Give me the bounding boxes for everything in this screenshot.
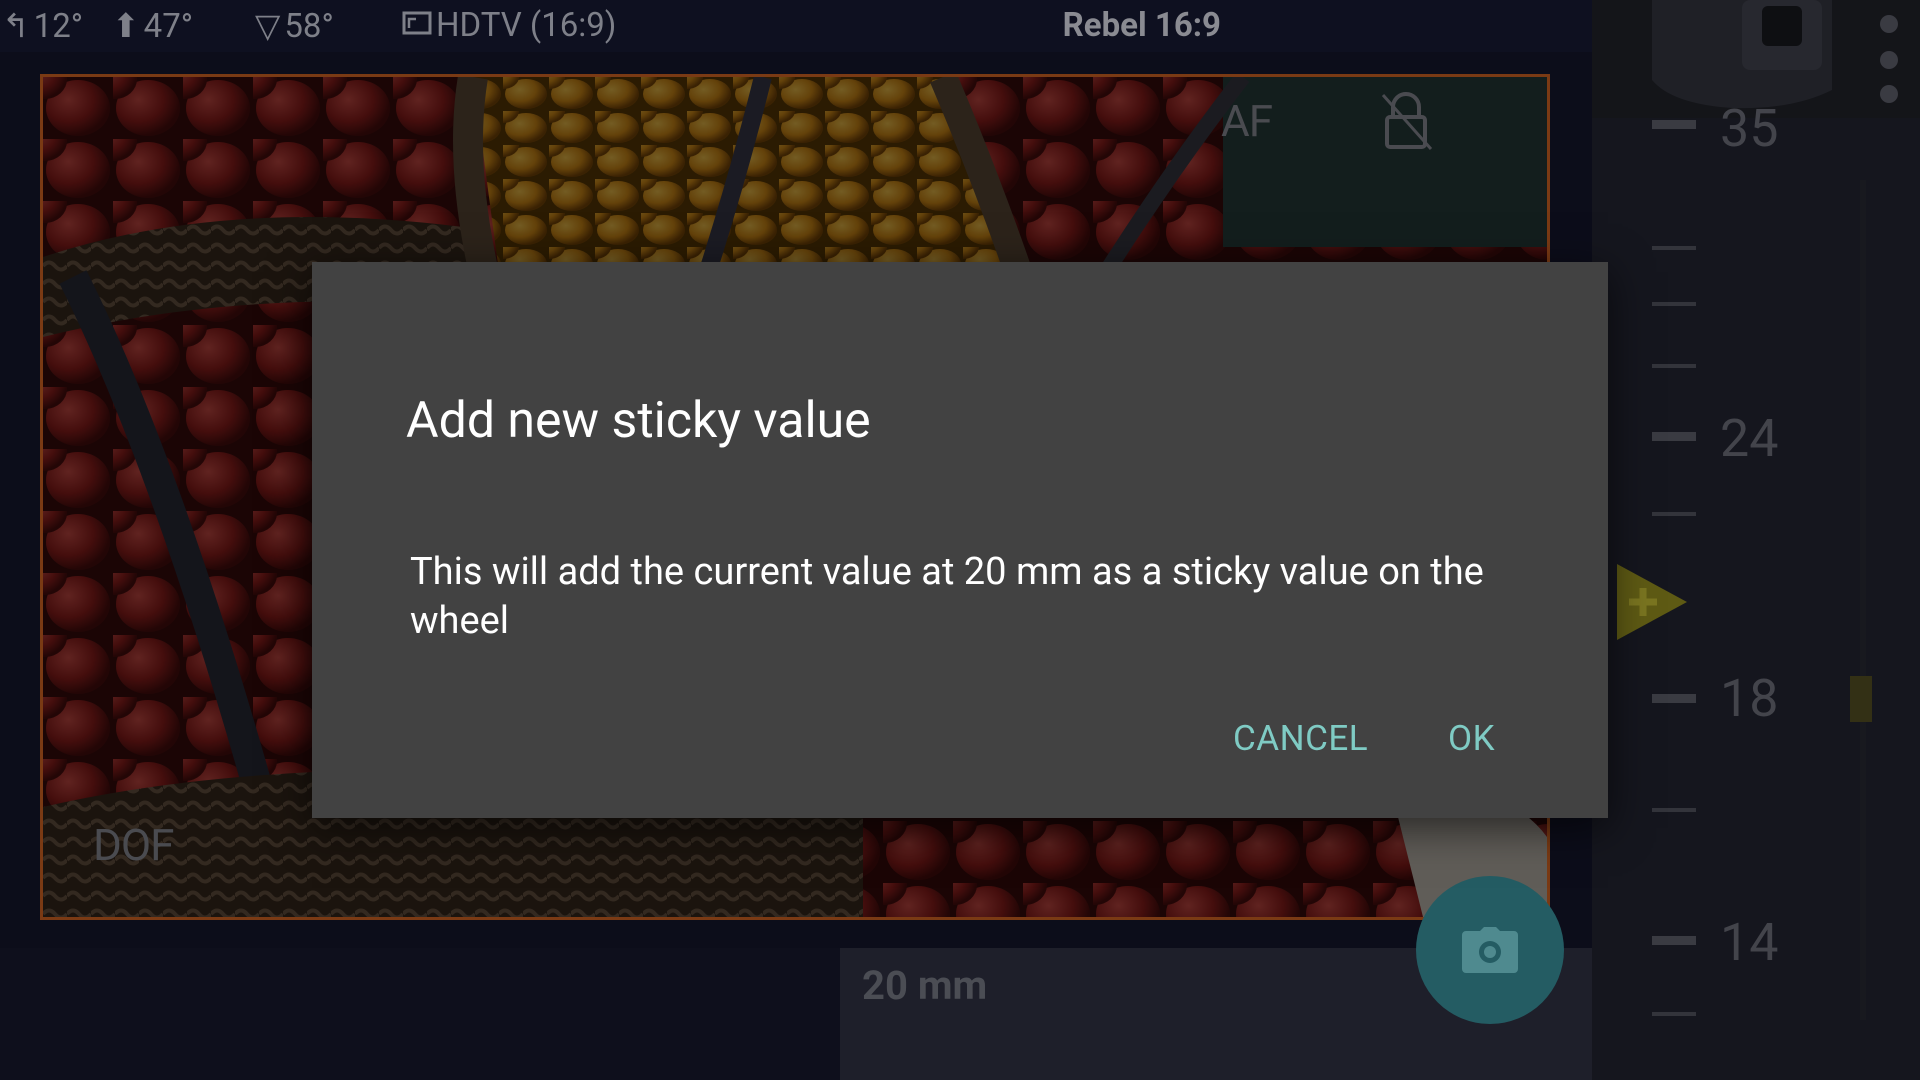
dialog-title: Add new sticky value	[406, 392, 871, 450]
add-sticky-value-dialog: Add new sticky value This will add the c…	[312, 262, 1608, 818]
cancel-button[interactable]: CANCEL	[1233, 718, 1368, 759]
ok-button[interactable]: OK	[1448, 718, 1495, 759]
dialog-message: This will add the current value at 20 mm…	[410, 550, 1484, 643]
